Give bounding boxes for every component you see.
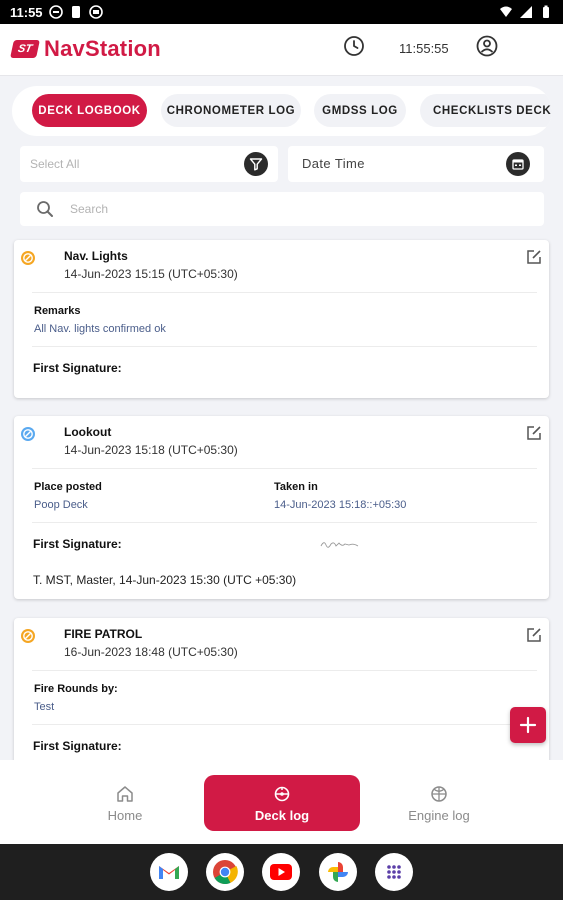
navstation-logo: ST NavStation [10, 36, 161, 62]
app-name: NavStation [44, 36, 161, 61]
ship-wheel-icon [274, 786, 290, 801]
date-time-filter[interactable]: Date Time [288, 146, 544, 182]
bottom-navigation: Home Deck log Engine log [0, 760, 563, 844]
logbook-tabs: DECK LOGBOOK CHRONOMETER LOG GMDSS LOG C… [12, 86, 552, 136]
nav-home-label: Home [107, 807, 143, 823]
tab-deck-logbook[interactable]: DECK LOGBOOK [32, 94, 147, 127]
nav-deck-log[interactable]: Deck log [204, 775, 360, 831]
card-divider [32, 346, 537, 347]
card-divider [32, 292, 537, 293]
signature-label: First Signature: [33, 361, 122, 375]
signature-details: T. MST, Master, 14-Jun-2023 15:30 (UTC +… [33, 573, 297, 587]
vpn-icon [88, 5, 103, 19]
youtube-icon[interactable] [262, 853, 300, 891]
field-value: 14-Jun-2023 15:18::+05:30 [274, 499, 407, 511]
pending-status-icon [20, 628, 36, 644]
field-value: All Nav. lights confirmed ok [34, 323, 166, 335]
search-icon [37, 201, 53, 217]
photos-icon[interactable] [319, 853, 357, 891]
clock-icon[interactable] [343, 35, 365, 57]
signal-icon [520, 6, 532, 18]
calendar-icon [512, 159, 524, 170]
log-entry-card[interactable]: Lookout 14-Jun-2023 15:18 (UTC+05:30) Pl… [14, 416, 549, 599]
plus-icon [519, 716, 537, 734]
field-value: Test [34, 701, 55, 713]
calendar-button[interactable] [506, 152, 530, 176]
app-header: ST NavStation 11:55:55 [0, 24, 563, 76]
card-divider [32, 670, 537, 671]
tab-checklists-deck[interactable]: CHECKLISTS DECK [420, 94, 552, 127]
search-bar [20, 192, 544, 226]
notification-icon [48, 5, 63, 19]
completed-status-icon [20, 426, 36, 442]
filter-button[interactable] [244, 152, 268, 176]
signature-label: First Signature: [33, 537, 122, 551]
entry-timestamp: 16-Jun-2023 18:48 (UTC+05:30) [64, 645, 238, 659]
nav-home[interactable]: Home [70, 775, 180, 831]
tab-gmdss-log[interactable]: GMDSS LOG [314, 94, 406, 127]
card-divider [32, 468, 537, 469]
storage-icon [71, 6, 80, 18]
battery-icon [543, 5, 549, 18]
field-label: Remarks [34, 305, 81, 317]
pending-status-icon [20, 250, 36, 266]
gmail-icon[interactable] [150, 853, 188, 891]
log-entry-card[interactable]: FIRE PATROL 16-Jun-2023 18:48 (UTC+05:30… [14, 618, 549, 760]
entry-title: Nav. Lights [64, 249, 128, 263]
entry-timestamp: 14-Jun-2023 15:15 (UTC+05:30) [64, 267, 238, 281]
edit-icon[interactable] [525, 424, 543, 442]
log-entry-card[interactable]: Nav. Lights 14-Jun-2023 15:15 (UTC+05:30… [14, 240, 549, 398]
nav-engine-log[interactable]: Engine log [385, 775, 493, 831]
user-profile-icon[interactable] [476, 35, 498, 57]
field-label: Taken in [274, 481, 318, 493]
select-all-dropdown[interactable]: Select All [20, 146, 278, 182]
system-status-bar: 11:55 [0, 0, 563, 24]
field-label: Fire Rounds by: [34, 683, 118, 695]
edit-icon[interactable] [525, 626, 543, 644]
nav-deck-log-label: Deck log [254, 807, 310, 823]
status-time: 11:55 [10, 4, 43, 20]
engine-icon [431, 785, 447, 802]
logo-badge: ST [10, 40, 40, 58]
signature-image [320, 542, 359, 548]
filter-icon [249, 158, 263, 171]
nav-engine-log-label: Engine log [408, 807, 470, 823]
date-time-label: Date Time [302, 156, 365, 171]
signature-label: First Signature: [33, 739, 122, 753]
wifi-icon [500, 6, 512, 17]
app-drawer-icon[interactable] [375, 853, 413, 891]
log-entry-list[interactable]: Nav. Lights 14-Jun-2023 15:15 (UTC+05:30… [0, 232, 563, 760]
select-all-placeholder: Select All [30, 157, 80, 171]
system-app-dock [0, 844, 563, 900]
add-entry-button[interactable] [510, 707, 546, 743]
field-value: Poop Deck [34, 499, 88, 511]
card-divider [32, 522, 537, 523]
search-input[interactable] [70, 199, 510, 219]
entry-title: FIRE PATROL [64, 627, 143, 641]
entry-timestamp: 14-Jun-2023 15:18 (UTC+05:30) [64, 443, 238, 457]
edit-icon[interactable] [525, 248, 543, 266]
card-divider [32, 724, 537, 725]
entry-title: Lookout [64, 425, 112, 439]
clock-time: 11:55:55 [399, 41, 449, 56]
chrome-icon[interactable] [206, 853, 244, 891]
field-label: Place posted [34, 481, 102, 493]
tab-chronometer-log[interactable]: CHRONOMETER LOG [161, 94, 301, 127]
home-icon [117, 785, 133, 802]
